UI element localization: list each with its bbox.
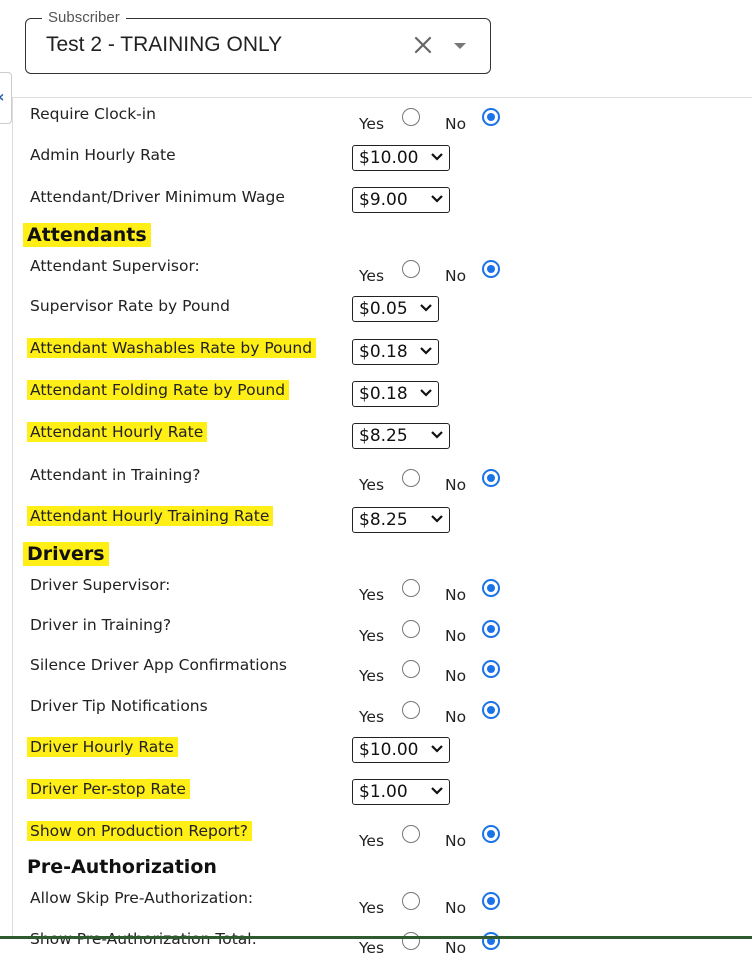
yes-label: Yes [359,115,385,133]
select-value: $8.25 [359,510,408,530]
radio-no[interactable] [482,660,500,678]
select-attendant-washables-rate[interactable]: $0.18 [352,339,439,365]
chevron-down-icon [420,347,432,355]
label-attendant-hourly-training-rate: Attendant Hourly Training Rate [27,506,274,526]
label-attendant-folding-rate: Attendant Folding Rate by Pound [27,380,290,400]
radio-yes[interactable] [402,260,420,278]
no-label: No [445,939,467,957]
radio-yes[interactable] [402,701,420,719]
select-minimum-wage[interactable]: $9.00 [352,187,450,213]
no-label: No [445,667,467,685]
radio-yes[interactable] [402,932,420,950]
no-label: No [445,115,467,133]
radio-yes[interactable] [402,825,420,843]
chevron-down-icon [431,515,443,523]
select-value: $9.00 [359,190,408,210]
yes-label: Yes [359,627,385,645]
label-silence-driver-app-confirmations: Silence Driver App Confirmations [30,656,287,674]
select-supervisor-rate-by-pound[interactable]: $0.05 [352,296,439,322]
select-driver-hourly-rate[interactable]: $10.00 [352,737,450,763]
select-admin-hourly-rate[interactable]: $10.00 [352,145,450,171]
yes-label: Yes [359,586,385,604]
section-title-pre-authorization: Pre-Authorization [27,856,217,878]
yes-label: Yes [359,899,385,917]
chevron-down-icon [420,304,432,312]
label-show-on-production-report: Show on Production Report? [27,821,252,841]
select-attendant-folding-rate[interactable]: $0.18 [352,381,439,407]
label-attendant-washables-rate: Attendant Washables Rate by Pound [27,338,317,358]
no-label: No [445,899,467,917]
yes-label: Yes [359,267,385,285]
select-driver-per-stop-rate[interactable]: $1.00 [352,779,450,805]
select-value: $0.18 [359,342,408,362]
chevron-down-icon [431,787,443,795]
select-value: $0.18 [359,384,408,404]
label-driver-per-stop-rate: Driver Per-stop Rate [27,779,190,799]
chevron-down-icon [431,153,443,161]
chevron-down-icon [431,745,443,753]
select-value: $8.25 [359,426,408,446]
label-show-pre-authorization-total: Show Pre-Authorization Total: [30,930,257,948]
subscriber-select[interactable]: Subscriber Test 2 - TRAINING ONLY [25,9,491,74]
radio-yes[interactable] [402,892,420,910]
select-attendant-hourly-training-rate[interactable]: $8.25 [352,507,450,533]
radio-yes[interactable] [402,469,420,487]
label-driver-in-training: Driver in Training? [30,616,172,634]
radio-yes[interactable] [402,620,420,638]
label-allow-skip-pre-authorization: Allow Skip Pre-Authorization: [30,889,254,907]
label-attendant-in-training: Attendant in Training? [30,466,201,484]
radio-no[interactable] [482,825,500,843]
label-driver-supervisor: Driver Supervisor: [30,576,171,594]
section-title-drivers: Drivers [23,542,109,566]
select-value: $10.00 [359,148,419,168]
section-title-attendants: Attendants [23,223,151,247]
label-driver-tip-notifications: Driver Tip Notifications [30,697,208,715]
yes-label: Yes [359,832,385,850]
label-require-clock-in: Require Clock-in [30,105,156,123]
radio-no[interactable] [482,469,500,487]
no-label: No [445,267,467,285]
yes-label: Yes [359,708,385,726]
chevron-left-icon: ‹ [0,87,5,106]
radio-no[interactable] [482,108,500,126]
subscriber-legend: Subscriber [42,9,126,26]
chevron-down-icon [431,195,443,203]
radio-yes[interactable] [402,579,420,597]
no-label: No [445,627,467,645]
subscriber-value: Test 2 - TRAINING ONLY [46,33,283,56]
no-label: No [445,586,467,604]
label-driver-hourly-rate: Driver Hourly Rate [27,737,178,757]
chevron-down-icon [431,431,443,439]
radio-no[interactable] [482,620,500,638]
yes-label: Yes [359,939,385,957]
radio-no[interactable] [482,260,500,278]
select-attendant-hourly-rate[interactable]: $8.25 [352,423,450,449]
chevron-down-icon[interactable] [454,43,466,49]
yes-label: Yes [359,476,385,494]
no-label: No [445,476,467,494]
yes-label: Yes [359,667,385,685]
select-value: $10.00 [359,740,419,760]
select-value: $0.05 [359,299,408,319]
no-label: No [445,708,467,726]
label-supervisor-rate-by-pound: Supervisor Rate by Pound [30,297,230,315]
radio-yes[interactable] [402,660,420,678]
label-admin-hourly-rate: Admin Hourly Rate [30,146,176,164]
radio-no[interactable] [482,892,500,910]
label-attendant-supervisor: Attendant Supervisor: [30,257,200,275]
select-value: $1.00 [359,782,408,802]
radio-no[interactable] [482,701,500,719]
no-label: No [445,832,467,850]
panel-border [12,97,13,939]
radio-no[interactable] [482,579,500,597]
label-minimum-wage: Attendant/Driver Minimum Wage [30,188,285,206]
chevron-down-icon [420,389,432,397]
radio-yes[interactable] [402,108,420,126]
radio-no[interactable] [482,932,500,950]
divider [12,97,752,98]
clear-icon[interactable] [412,34,434,56]
label-attendant-hourly-rate: Attendant Hourly Rate [27,422,208,442]
collapse-panel-button[interactable]: ‹ [0,72,12,124]
